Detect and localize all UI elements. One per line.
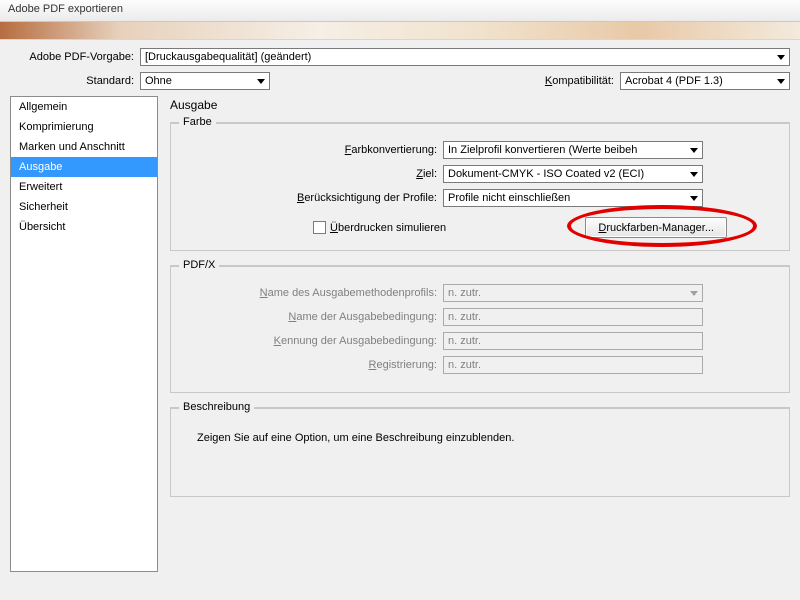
decorative-strip xyxy=(0,22,800,40)
sidebar-item-security[interactable]: Sicherheit xyxy=(11,197,157,217)
output-condition-id-field: n. zutr. xyxy=(443,332,703,350)
standard-label: Standard: xyxy=(10,75,140,87)
description-text: Zeigen Sie auf eine Option, um eine Besc… xyxy=(183,426,777,450)
pdfx-group: PDF/X Name des Ausgabemethodenprofils: n… xyxy=(170,265,790,393)
destination-label: Ziel: xyxy=(183,168,443,180)
simulate-overprint-checkbox[interactable] xyxy=(313,221,326,234)
registry-label: Registrierung: xyxy=(183,359,443,371)
output-profile-name-label: Name des Ausgabemethodenprofils: xyxy=(183,287,443,299)
color-conversion-label: Farbkonvertierung: xyxy=(183,144,443,156)
sidebar-item-summary[interactable]: Übersicht xyxy=(11,217,157,237)
category-sidebar: Allgemein Komprimierung Marken und Ansch… xyxy=(10,96,158,572)
color-legend: Farbe xyxy=(179,116,216,128)
sidebar-item-general[interactable]: Allgemein xyxy=(11,97,157,117)
sidebar-item-marks-bleed[interactable]: Marken und Anschnitt xyxy=(11,137,157,157)
sidebar-item-output[interactable]: Ausgabe xyxy=(11,157,157,177)
pdfx-legend: PDF/X xyxy=(179,259,219,271)
registry-field: n. zutr. xyxy=(443,356,703,374)
output-condition-name-label: Name der Ausgabebedingung: xyxy=(183,311,443,323)
chevron-down-icon xyxy=(690,172,698,177)
window-title: Adobe PDF exportieren xyxy=(8,3,123,15)
window-titlebar: Adobe PDF exportieren xyxy=(0,0,800,22)
ink-manager-button[interactable]: Druckfarben-Manager... xyxy=(585,217,727,238)
chevron-down-icon xyxy=(777,55,785,60)
compat-select[interactable]: Acrobat 4 (PDF 1.3) xyxy=(620,72,790,90)
pdf-preset-select[interactable]: [Druckausgabequalität] (geändert) xyxy=(140,48,790,66)
chevron-down-icon xyxy=(257,79,265,84)
profile-inclusion-select[interactable]: Profile nicht einschließen xyxy=(443,189,703,207)
profile-inclusion-label: Berücksichtigung der Profile: xyxy=(183,192,443,204)
description-group: Beschreibung Zeigen Sie auf eine Option,… xyxy=(170,407,790,497)
panel-title: Ausgabe xyxy=(170,98,790,112)
color-conversion-select[interactable]: In Zielprofil konvertieren (Werte beibeh xyxy=(443,141,703,159)
simulate-overprint-label: Überdrucken simulieren xyxy=(330,222,446,234)
standard-select[interactable]: Ohne xyxy=(140,72,270,90)
chevron-down-icon xyxy=(777,79,785,84)
destination-select[interactable]: Dokument-CMYK - ISO Coated v2 (ECI) xyxy=(443,165,703,183)
chevron-down-icon xyxy=(690,148,698,153)
description-legend: Beschreibung xyxy=(179,401,254,413)
sidebar-item-compression[interactable]: Komprimierung xyxy=(11,117,157,137)
output-condition-name-field: n. zutr. xyxy=(443,308,703,326)
pdf-preset-label: Adobe PDF-Vorgabe: xyxy=(10,51,140,63)
compat-label: Kompatibilität: xyxy=(545,75,620,87)
chevron-down-icon xyxy=(690,196,698,201)
sidebar-item-advanced[interactable]: Erweitert xyxy=(11,177,157,197)
output-profile-name-select: n. zutr. xyxy=(443,284,703,302)
chevron-down-icon xyxy=(690,291,698,296)
color-group: Farbe Farbkonvertierung: In Zielprofil k… xyxy=(170,122,790,251)
output-condition-id-label: Kennung der Ausgabebedingung: xyxy=(183,335,443,347)
